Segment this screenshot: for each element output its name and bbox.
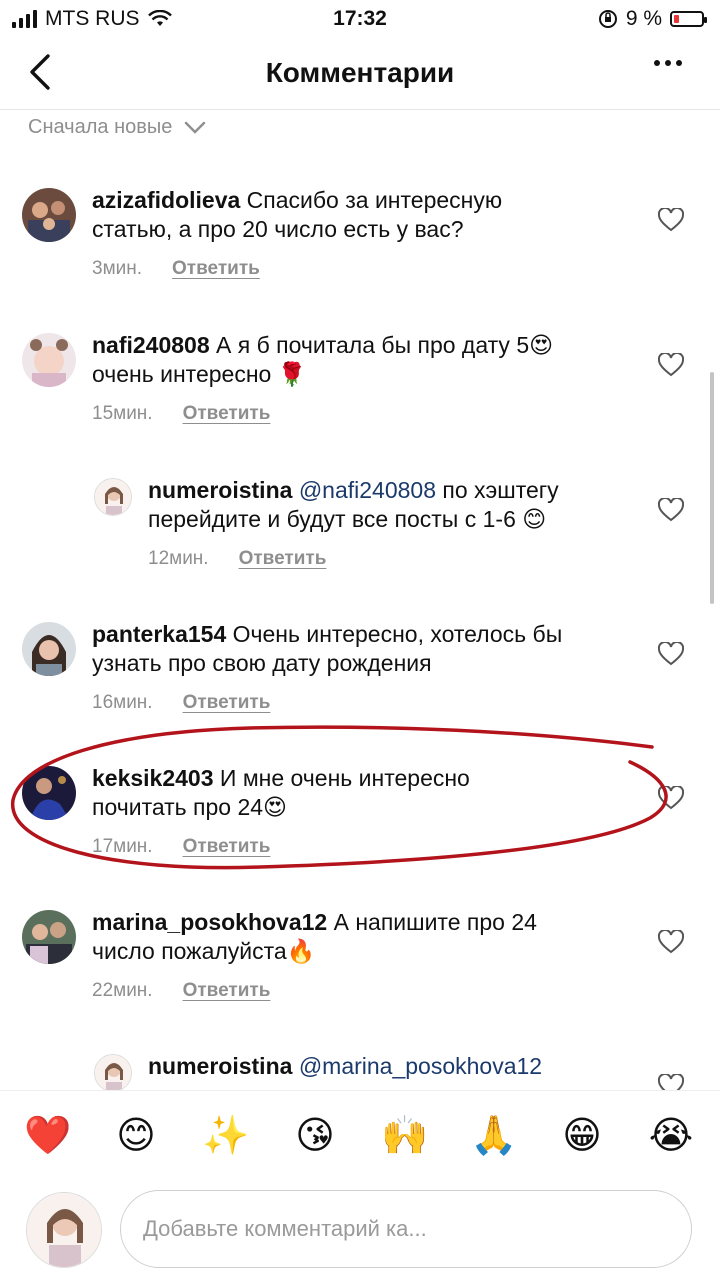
comment-time: 22мин.	[92, 980, 153, 1001]
comment-body: по хэштегу	[442, 477, 559, 503]
comment-meta: 16мин. Ответить	[92, 692, 270, 714]
avatar[interactable]	[22, 622, 76, 676]
comment-text: keksik2403 И мне очень интересно почитат…	[92, 764, 470, 822]
comment-body-line2: почитать про 24😍	[92, 794, 288, 820]
comment-username[interactable]: numeroistina	[148, 1053, 292, 1079]
comment-meta: 3мин. Ответить	[92, 258, 260, 280]
comment-username[interactable]: marina_posokhova12	[92, 909, 327, 935]
avatar[interactable]	[22, 333, 76, 387]
heart-icon[interactable]	[658, 1074, 684, 1090]
comment-text: marina_posokhova12 А напишите про 24 чис…	[92, 908, 537, 966]
reply-button[interactable]: Ответить	[239, 548, 327, 570]
comment-body: А я б почитала бы про дату 5😍	[216, 332, 554, 358]
avatar[interactable]	[22, 910, 76, 964]
comment-text: numeroistina @marina_posokhova12	[148, 1052, 542, 1081]
reply-button[interactable]: Ответить	[183, 403, 271, 425]
comment-username[interactable]: azizafidolieva	[92, 187, 240, 213]
comment-username[interactable]: numeroistina	[148, 477, 292, 503]
comment-meta: 22мин. Ответить	[92, 980, 270, 1002]
emoji-folded-hands-button[interactable]: 🙏	[470, 1113, 517, 1159]
comment-text: numeroistina @nafi240808 по хэштегу пере…	[148, 476, 559, 534]
comment-username[interactable]: nafi240808	[92, 332, 210, 358]
emoji-grin-button[interactable]: 😁	[559, 1113, 605, 1159]
comment-text: nafi240808 А я б почитала бы про дату 5😍…	[92, 331, 553, 389]
comment-body: А напишите про 24	[333, 909, 537, 935]
emoji-cry-button[interactable]: 😭	[648, 1113, 694, 1159]
more-options-icon[interactable]	[654, 60, 682, 66]
emoji-kiss-button[interactable]: 😘	[292, 1113, 338, 1159]
comment-meta: 15мин. Ответить	[92, 403, 270, 425]
comment-time: 15мин.	[92, 403, 153, 424]
chevron-down-icon	[185, 121, 206, 134]
heart-icon[interactable]	[658, 642, 684, 666]
comment-meta: 12мин. Ответить	[148, 548, 326, 570]
heart-icon[interactable]	[658, 786, 684, 810]
page-title: Комментарии	[265, 57, 455, 88]
comment-composer	[0, 1180, 720, 1280]
emoji-smile-button[interactable]: 😊	[113, 1113, 159, 1159]
mention-link[interactable]: @nafi240808	[299, 477, 436, 503]
comment-text: azizafidolieva Спасибо за интересную ста…	[92, 186, 502, 244]
comments-list[interactable]: azizafidolieva Спасибо за интересную ста…	[0, 0, 720, 1090]
comment-username[interactable]: panterka154	[92, 621, 226, 647]
reply-button[interactable]: Ответить	[183, 836, 271, 858]
comment-body-line2: статью, а про 20 число есть у вас?	[92, 216, 464, 242]
comment-body: И мне очень интересно	[219, 765, 470, 791]
heart-icon[interactable]	[658, 498, 684, 522]
avatar[interactable]	[22, 766, 76, 820]
comment-time: 12мин.	[148, 548, 209, 569]
comment-input[interactable]	[120, 1190, 692, 1268]
emoji-heart-button[interactable]: ❤️	[24, 1113, 71, 1159]
quick-emoji-bar: ❤️ 😊 ✨ 😘 🙌 🙏 😁 😭	[0, 1090, 720, 1180]
reply-button[interactable]: Ответить	[183, 980, 271, 1002]
scrollbar[interactable]	[710, 372, 714, 604]
sort-label: Сначала новые	[28, 116, 173, 138]
comment-body: Спасибо за интересную	[246, 187, 503, 213]
nav-header: Комментарии	[0, 40, 720, 110]
comment-body-line2: очень интересно 🌹	[92, 361, 307, 387]
avatar[interactable]	[94, 1054, 132, 1090]
reply-button[interactable]: Ответить	[172, 258, 260, 280]
comment-time: 17мин.	[92, 836, 153, 857]
heart-icon[interactable]	[658, 930, 684, 954]
mention-link[interactable]: @marina_posokhova12	[299, 1053, 542, 1079]
comment-body-line2: число пожалуйста🔥	[92, 938, 316, 964]
my-avatar	[26, 1192, 102, 1268]
comment-text: panterka154 Очень интересно, хотелось бы…	[92, 620, 562, 678]
comment-body-line2: узнать про свою дату рождения	[92, 650, 432, 676]
comment-username[interactable]: keksik2403	[92, 765, 214, 791]
avatar[interactable]	[94, 478, 132, 516]
emoji-raised-hands-button[interactable]: 🙌	[381, 1113, 428, 1159]
reply-button[interactable]: Ответить	[183, 692, 271, 714]
sort-dropdown[interactable]: Сначала новые	[28, 116, 206, 139]
comment-time: 3мин.	[92, 258, 143, 279]
heart-icon[interactable]	[658, 353, 684, 377]
comment-body: Очень интересно, хотелось бы	[232, 621, 563, 647]
avatar[interactable]	[22, 188, 76, 242]
heart-icon[interactable]	[658, 208, 684, 232]
comment-meta: 17мин. Ответить	[92, 836, 270, 858]
comment-time: 16мин.	[92, 692, 153, 713]
emoji-sparkles-button[interactable]: ✨	[202, 1113, 249, 1159]
comment-body-line2: перейдите и будут все посты с 1-6 😊	[148, 506, 547, 532]
